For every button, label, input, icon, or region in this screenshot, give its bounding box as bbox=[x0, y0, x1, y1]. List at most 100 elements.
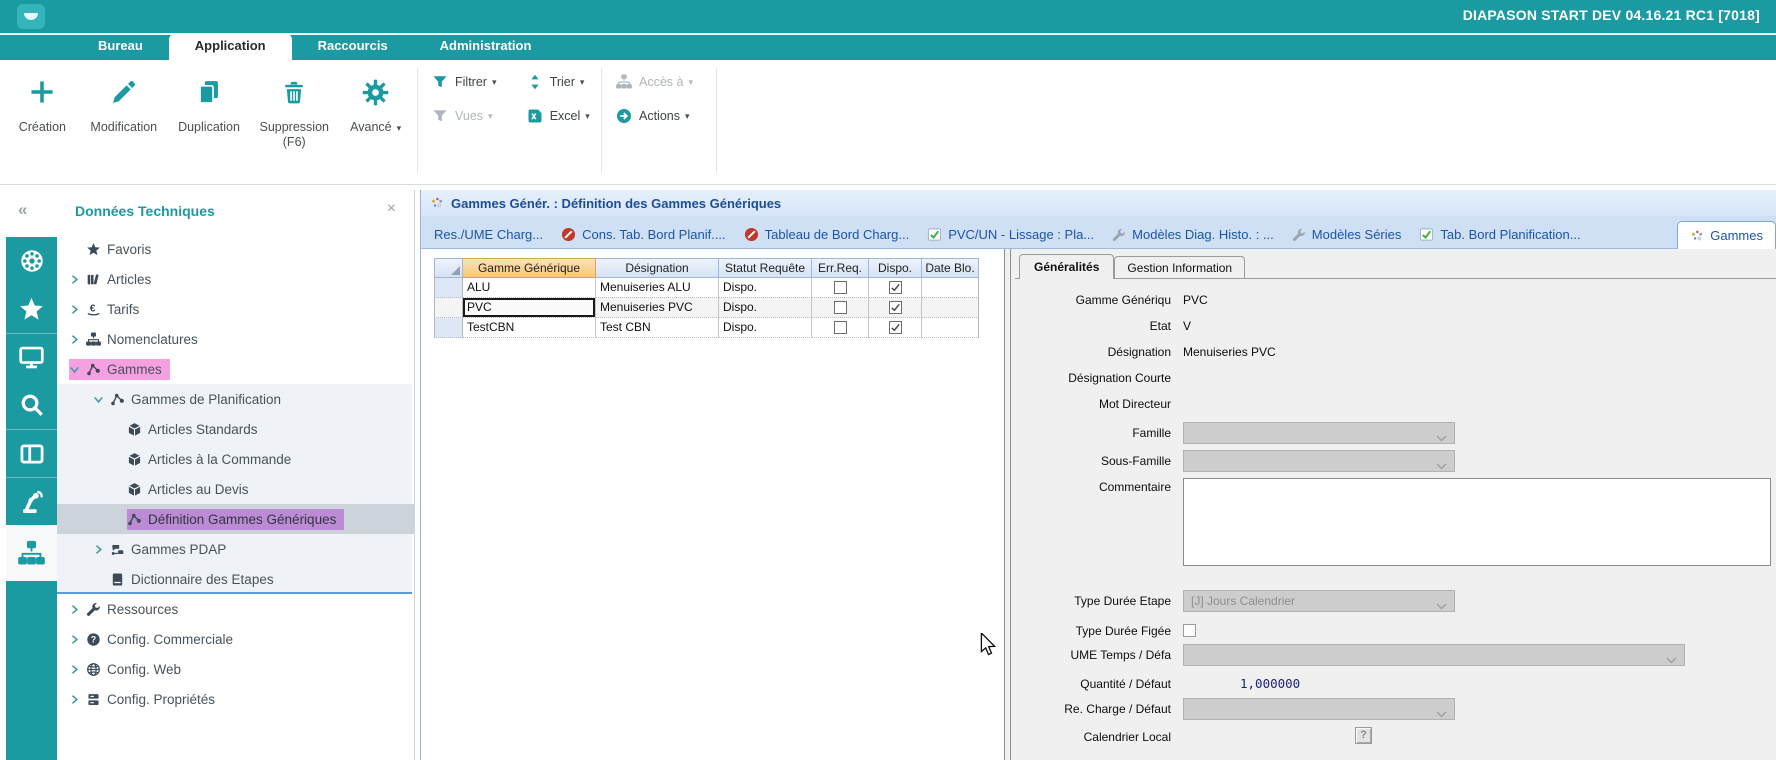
chevron-down-icon[interactable] bbox=[69, 364, 86, 375]
rail-item-wheel-icon[interactable] bbox=[6, 237, 57, 285]
sous-famille-dropdown[interactable] bbox=[1183, 450, 1455, 472]
column-header-designation[interactable]: Désignation bbox=[596, 258, 719, 278]
row-selector[interactable] bbox=[434, 278, 463, 298]
close-panel-icon[interactable] bbox=[387, 200, 396, 218]
cell-date-blo[interactable] bbox=[922, 298, 979, 318]
chevron-right-icon[interactable] bbox=[69, 274, 86, 285]
cell-statut[interactable]: Dispo. bbox=[719, 278, 812, 298]
rail-item-hierarchy-icon[interactable] bbox=[6, 525, 57, 581]
tree-item-dictionnaire-des-etapes[interactable]: Dictionnaire des Etapes bbox=[57, 564, 414, 594]
doc-tab-modeles-diag-histo[interactable]: Modèles Diag. Histo. : ... bbox=[1103, 221, 1283, 248]
cell-designation[interactable]: Menuiseries ALU bbox=[596, 278, 719, 298]
acces-a-button[interactable]: Accès à▾ bbox=[616, 74, 712, 90]
err-req-checkbox[interactable] bbox=[834, 281, 847, 294]
dispo-checkbox[interactable] bbox=[889, 321, 902, 334]
cell-statut[interactable]: Dispo. bbox=[719, 298, 812, 318]
menu-tab-administration[interactable]: Administration bbox=[414, 33, 558, 60]
tab-gestion-information[interactable]: Gestion Information bbox=[1114, 256, 1245, 279]
dispo-checkbox[interactable] bbox=[889, 281, 902, 294]
type-duree-etape-dropdown[interactable]: [J] Jours Calendrier bbox=[1183, 590, 1455, 612]
doc-tab-gammes[interactable]: Gammes bbox=[1677, 221, 1776, 249]
tree-item-articles-a-la-commande[interactable]: Articles à la Commande bbox=[57, 444, 414, 474]
doc-tab-res-ume-charg[interactable]: Res./UME Charg... bbox=[425, 221, 552, 248]
column-header-err-req[interactable]: Err.Req. bbox=[812, 258, 869, 278]
column-header-dispo[interactable]: Dispo. bbox=[869, 258, 922, 278]
row-selector[interactable] bbox=[434, 298, 463, 318]
tree-item-gammes-de-planification[interactable]: Gammes de Planification bbox=[57, 384, 414, 414]
cell-date-blo[interactable] bbox=[922, 278, 979, 298]
column-header-statut-requete[interactable]: Statut Requête bbox=[719, 258, 812, 278]
table-row[interactable]: ALU Menuiseries ALU Dispo. bbox=[434, 278, 979, 298]
tree-item-definition-gammes-generiques[interactable]: Définition Gammes Génériques bbox=[57, 504, 414, 534]
cell-designation[interactable]: Menuiseries PVC bbox=[596, 298, 719, 318]
column-header-date-blo[interactable]: Date Blo. bbox=[922, 258, 979, 278]
trier-button[interactable]: Trier▾ bbox=[527, 74, 594, 90]
menu-tab-application[interactable]: Application bbox=[169, 33, 292, 60]
rail-item-robot-arm-icon[interactable] bbox=[6, 477, 57, 525]
creation-button[interactable]: Création bbox=[8, 66, 77, 150]
calendrier-local-help-button[interactable]: ? bbox=[1355, 727, 1372, 744]
tree-item-gammes[interactable]: Gammes bbox=[57, 354, 414, 384]
tree-item-nomenclatures[interactable]: Nomenclatures bbox=[57, 324, 414, 354]
actions-button[interactable]: Actions▾ bbox=[616, 108, 712, 124]
chevron-right-icon[interactable] bbox=[69, 304, 86, 315]
tree-item-articles-standards[interactable]: Articles Standards bbox=[57, 414, 414, 444]
chevron-right-icon[interactable] bbox=[69, 634, 86, 645]
tree-item-config-web[interactable]: Config. Web bbox=[57, 654, 414, 684]
doc-tab-tab-bord-planification[interactable]: Tab. Bord Planification... bbox=[1410, 221, 1589, 248]
ume-temps-dropdown[interactable] bbox=[1183, 644, 1685, 666]
table-row[interactable]: PVC Menuiseries PVC Dispo. bbox=[434, 298, 979, 318]
menu-tab-raccourcis[interactable]: Raccourcis bbox=[292, 33, 414, 60]
column-header-gamme-generique[interactable]: Gamme Générique bbox=[463, 258, 596, 278]
rail-item-columns-icon[interactable] bbox=[6, 429, 57, 477]
chevron-right-icon[interactable] bbox=[69, 694, 86, 705]
type-duree-figee-checkbox[interactable] bbox=[1183, 624, 1196, 637]
err-req-checkbox[interactable] bbox=[834, 301, 847, 314]
row-selector[interactable] bbox=[434, 318, 463, 338]
cell-designation[interactable]: Test CBN bbox=[596, 318, 719, 338]
dispo-checkbox[interactable] bbox=[889, 301, 902, 314]
collapse-panel-icon[interactable] bbox=[18, 200, 27, 220]
commentaire-textarea[interactable] bbox=[1183, 478, 1771, 566]
panel-splitter[interactable] bbox=[1004, 249, 1011, 760]
doc-tab-pvc-un-lissage[interactable]: PVC/UN - Lissage : Pla... bbox=[918, 221, 1103, 248]
chevron-right-icon[interactable] bbox=[93, 544, 110, 555]
doc-tab-cons-tab-bord-planif[interactable]: Cons. Tab. Bord Planif.... bbox=[552, 221, 735, 248]
suppression-button[interactable]: Suppression(F6) bbox=[253, 66, 335, 150]
tree-item-tarifs[interactable]: € Tarifs bbox=[57, 294, 414, 324]
doc-tab-tableau-de-bord-charg[interactable]: Tableau de Bord Charg... bbox=[735, 221, 919, 248]
chevron-right-icon[interactable] bbox=[69, 604, 86, 615]
tree-item-gammes-pdap[interactable]: Gammes PDAP bbox=[57, 534, 414, 564]
tab-generalites[interactable]: Généralités bbox=[1019, 254, 1114, 279]
cell-date-blo[interactable] bbox=[922, 318, 979, 338]
chevron-down-icon[interactable] bbox=[93, 394, 110, 405]
filtrer-button[interactable]: Filtrer▾ bbox=[432, 74, 501, 90]
cell-gamme[interactable]: TestCBN bbox=[463, 318, 596, 338]
cell-gamme[interactable]: ALU bbox=[463, 278, 596, 298]
cell-statut[interactable]: Dispo. bbox=[719, 318, 812, 338]
duplication-button[interactable]: Duplication bbox=[171, 66, 247, 150]
rail-item-monitor-icon[interactable] bbox=[6, 333, 57, 381]
cell-gamme-selected[interactable]: PVC bbox=[463, 298, 596, 318]
excel-button[interactable]: Excel▾ bbox=[527, 108, 594, 124]
doc-tab-modeles-series[interactable]: Modèles Séries bbox=[1283, 221, 1411, 248]
tree-item-articles-au-devis[interactable]: Articles au Devis bbox=[57, 474, 414, 504]
err-req-checkbox[interactable] bbox=[834, 321, 847, 334]
tree-item-config-commerciale[interactable]: ? Config. Commerciale bbox=[57, 624, 414, 654]
famille-dropdown[interactable] bbox=[1183, 422, 1455, 444]
re-charge-dropdown[interactable] bbox=[1183, 698, 1455, 720]
tree-item-config-proprietes[interactable]: Config. Propriétés bbox=[57, 684, 414, 714]
tree-item-favoris[interactable]: Favoris bbox=[57, 234, 414, 264]
select-all-corner[interactable] bbox=[434, 258, 463, 278]
modification-button[interactable]: Modification bbox=[83, 66, 165, 150]
avance-button[interactable]: Avancé▾ bbox=[341, 66, 410, 150]
tree-item-ressources[interactable]: Ressources bbox=[57, 594, 414, 624]
chevron-right-icon[interactable] bbox=[69, 664, 86, 675]
rail-item-star-icon[interactable] bbox=[6, 285, 57, 333]
vues-button[interactable]: Vues▾ bbox=[432, 108, 501, 124]
chevron-right-icon[interactable] bbox=[69, 334, 86, 345]
rail-item-search-icon[interactable] bbox=[6, 381, 57, 429]
menu-tab-bureau[interactable]: Bureau bbox=[72, 33, 169, 60]
tree-item-articles[interactable]: Articles bbox=[57, 264, 414, 294]
table-row[interactable]: TestCBN Test CBN Dispo. bbox=[434, 318, 979, 338]
